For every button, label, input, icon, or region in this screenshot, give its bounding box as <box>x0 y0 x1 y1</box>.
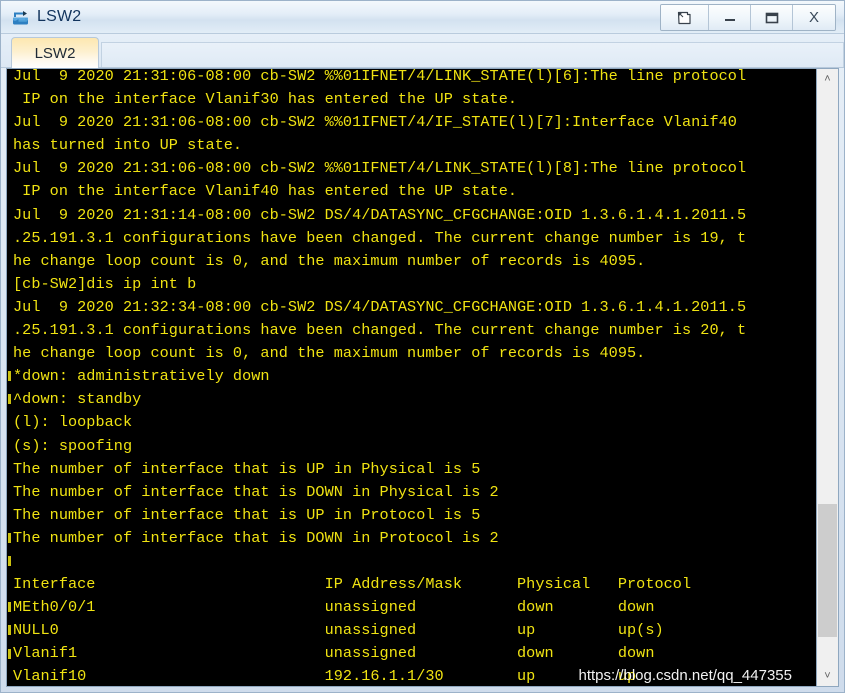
terminal-line: has turned into UP state. <box>13 136 243 155</box>
scrollbar-track[interactable] <box>817 89 838 666</box>
terminal-line: Jul 9 2020 21:31:14-08:00 cb-SW2 DS/4/DA… <box>13 205 747 224</box>
title-bar: LSW2 X <box>1 1 844 34</box>
terminal-line: The number of interface that is UP in Ph… <box>13 459 481 478</box>
terminal-line: Jul 9 2020 21:31:06-08:00 cb-SW2 %%01IFN… <box>13 113 737 132</box>
terminal-line: he change loop count is 0, and the maxim… <box>13 251 646 270</box>
scroll-up-button[interactable]: ˄ <box>817 69 838 89</box>
terminal-gutter-tick <box>8 556 11 567</box>
tab-lsw2-label: LSW2 <box>34 44 76 62</box>
vertical-scrollbar[interactable]: ˄ ˅ <box>816 69 838 686</box>
window-title: LSW2 <box>37 8 82 25</box>
terminal-gutter-tick <box>8 371 11 382</box>
maximize-icon <box>765 12 778 23</box>
terminal-gutter-tick <box>8 533 11 543</box>
terminal-line: ^down: standby <box>13 390 142 409</box>
terminal-line: .25.191.3.1 configurations have been cha… <box>13 228 747 247</box>
terminal-line: IP on the interface Vlanif40 has entered… <box>13 182 518 201</box>
tab-lsw2[interactable]: LSW2 <box>11 37 99 68</box>
terminal-line: The number of interface that is UP in Pr… <box>13 505 481 524</box>
scroll-down-button[interactable]: ˅ <box>817 666 838 686</box>
terminal-line: *down: administratively down <box>13 367 270 386</box>
chevron-down-icon: ˅ <box>824 669 831 682</box>
terminal-line: (l): loopback <box>13 413 133 432</box>
terminal-gutter-tick <box>8 602 11 613</box>
switch-icon <box>10 6 32 28</box>
minimize-button[interactable] <box>709 5 751 30</box>
terminal-gutter-tick <box>8 648 11 659</box>
chevron-up-icon: ˄ <box>824 72 831 85</box>
close-icon: X <box>808 9 819 26</box>
terminal-gutter-tick <box>8 625 11 636</box>
terminal-output[interactable]: Jul 9 2020 21:31:06-08:00 cb-SW2 %%01IFN… <box>7 69 816 686</box>
close-button[interactable]: X <box>793 5 835 30</box>
terminal-line: Vlanif1 unassigned down down <box>13 644 655 663</box>
terminal-line: MEth0/0/1 unassigned down down <box>13 598 655 617</box>
tab-strip: LSW2 <box>1 34 844 68</box>
terminal-line: NULL0 unassigned up up(s) <box>13 621 664 640</box>
scrollbar-thumb[interactable] <box>818 504 837 638</box>
terminal-line: IP on the interface Vlanif30 has entered… <box>13 90 518 109</box>
maximize-button[interactable] <box>751 5 793 30</box>
window-controls: X <box>660 4 836 31</box>
terminal-line: Jul 9 2020 21:32:34-08:00 cb-SW2 DS/4/DA… <box>13 297 747 316</box>
restore-pane-icon <box>677 11 691 24</box>
terminal-line: The number of interface that is DOWN in … <box>13 528 499 547</box>
minimize-icon <box>724 18 735 21</box>
terminal-line: Jul 9 2020 21:31:06-08:00 cb-SW2 %%01IFN… <box>13 69 747 85</box>
terminal-line: Interface IP Address/Mask Physical Proto… <box>13 575 692 594</box>
terminal-line: The number of interface that is DOWN in … <box>13 482 499 501</box>
terminal-lines: Jul 9 2020 21:31:06-08:00 cb-SW2 %%01IFN… <box>13 69 816 686</box>
restore-pane-button[interactable] <box>661 5 709 30</box>
terminal-line: (s): spoofing <box>13 436 133 455</box>
terminal-line: he change loop count is 0, and the maxim… <box>13 344 646 363</box>
terminal-line: [cb-SW2]dis ip int b <box>13 274 197 293</box>
tab-strip-filler <box>101 42 844 68</box>
console-window: LSW2 X LSW2 Jul 9 2020 21:31:06-08:00 cb… <box>0 0 845 693</box>
terminal-line: Jul 9 2020 21:31:06-08:00 cb-SW2 %%01IFN… <box>13 159 747 178</box>
terminal-line: Vlanif10 192.16.1.1/30 up up <box>13 667 637 686</box>
terminal-gutter-tick <box>8 394 11 405</box>
terminal-line: .25.191.3.1 configurations have been cha… <box>13 321 747 340</box>
console-panel: Jul 9 2020 21:31:06-08:00 cb-SW2 %%01IFN… <box>6 68 839 687</box>
